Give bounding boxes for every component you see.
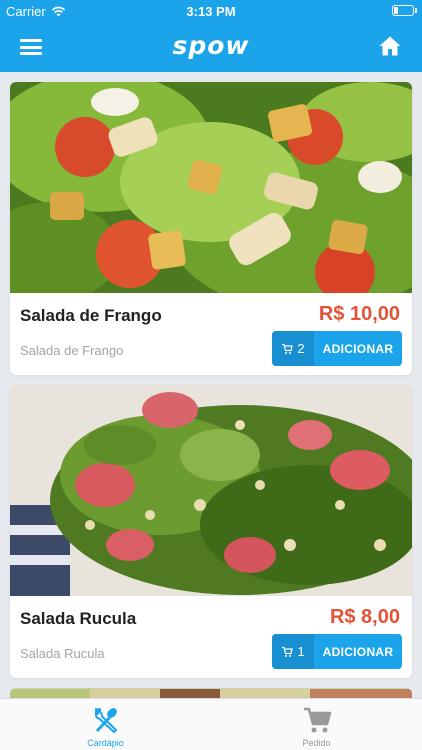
product-list[interactable]: Salada de Frango R$ 10,00 Salada de Fran…	[0, 72, 422, 698]
chicken-caesar-salad-photo	[10, 82, 412, 312]
arugula-salad-photo	[10, 385, 412, 596]
product-description: Salada Rucula	[20, 646, 105, 661]
cart-count-badge: 2	[272, 331, 314, 366]
battery-icon	[392, 5, 417, 16]
cart-count: 2	[297, 341, 305, 356]
product-name: Salada Rucula	[20, 609, 137, 628]
product-card[interactable]: Salada Rucula R$ 8,00 Salada Rucula 1 AD…	[10, 385, 412, 678]
add-to-cart-button[interactable]: 2 ADICIONAR	[272, 331, 402, 366]
cart-count-badge: 1	[272, 634, 314, 669]
product-name: Salada de Frango	[20, 306, 162, 325]
bottom-tab-bar: Cardápio Pedido	[0, 698, 422, 750]
product-description: Salada de Frango	[20, 343, 124, 358]
status-bar: Carrier 3:13 PM	[0, 0, 422, 22]
product-price: R$ 10,00	[318, 303, 400, 325]
battery-indicator	[392, 5, 417, 16]
battery-fill	[394, 7, 399, 14]
app-logo: spow	[172, 31, 250, 60]
product-card[interactable]: Salada de Frango R$ 10,00 Salada de Fran…	[10, 82, 412, 375]
add-to-cart-button[interactable]: 1 ADICIONAR	[272, 634, 402, 669]
status-time: 3:13 PM	[186, 4, 236, 19]
product-card-partial[interactable]	[10, 688, 412, 698]
cart-icon	[303, 707, 331, 733]
cart-icon	[282, 343, 294, 354]
cart-icon	[282, 646, 294, 657]
tab-label: Cardápio	[87, 738, 124, 748]
fork-spoon-icon	[94, 708, 117, 734]
top-navbar: spow	[0, 22, 422, 72]
add-button-label: ADICIONAR	[322, 341, 394, 356]
product-price: R$ 8,00	[329, 606, 400, 628]
tab-label: Pedido	[302, 738, 331, 748]
tab-cardapio[interactable]: Cardápio	[0, 699, 211, 750]
tab-pedido[interactable]: Pedido	[211, 699, 422, 750]
add-button-label: ADICIONAR	[322, 644, 394, 659]
cart-count: 1	[297, 644, 305, 659]
next-product-photo	[10, 689, 412, 698]
home-icon[interactable]	[378, 34, 402, 58]
